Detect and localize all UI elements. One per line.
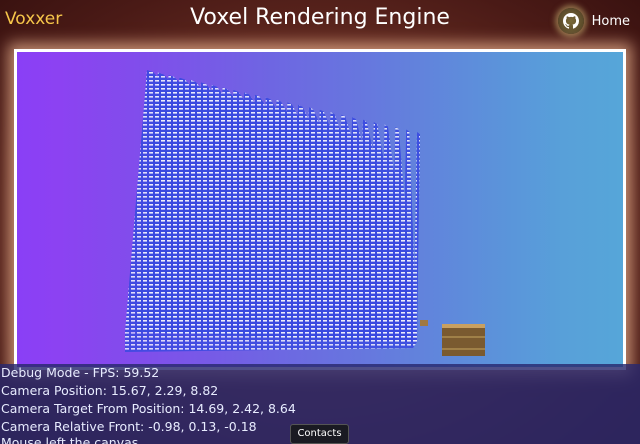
mouse-status: Mouse left the canvas [1, 435, 139, 444]
github-icon[interactable] [557, 8, 584, 34]
wooden-barrel [420, 320, 485, 356]
render-canvas[interactable] [17, 52, 623, 367]
camera-front: Camera Relative Front: -0.98, 0.13, -0.1… [1, 419, 257, 434]
camera-target: Camera Target From Position: 14.69, 2.42… [1, 401, 296, 416]
home-link[interactable]: Home [557, 8, 630, 34]
render-canvas-frame [14, 49, 626, 370]
home-label[interactable]: Home [592, 14, 630, 29]
top-bar: Voxxer Voxel Rendering Engine Home [0, 0, 640, 44]
contacts-button[interactable]: Contacts [290, 424, 349, 444]
camera-position: Camera Position: 15.67, 2.29, 8.82 [1, 383, 219, 398]
page-title: Voxel Rendering Engine [190, 5, 450, 30]
voxel-scene [125, 70, 485, 356]
debug-mode-fps: Debug Mode - FPS: 59.52 [1, 365, 160, 380]
voxel-slab [413, 132, 420, 342]
